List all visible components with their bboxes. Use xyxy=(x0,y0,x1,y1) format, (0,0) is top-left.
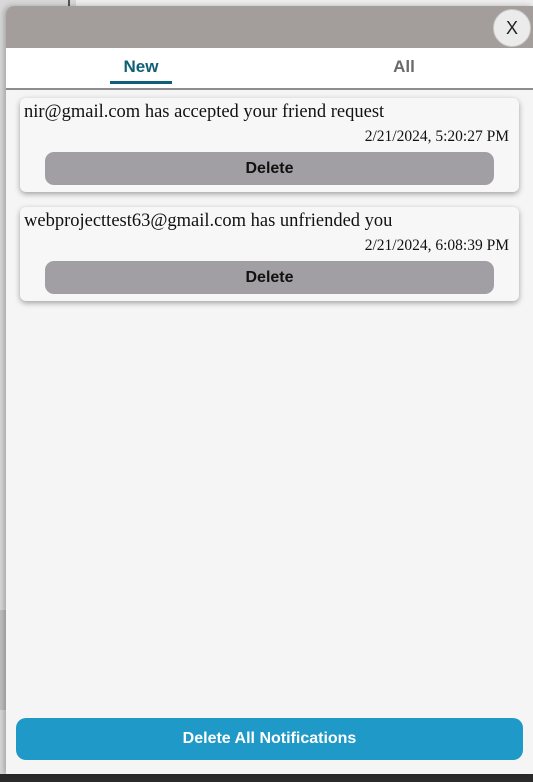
notification-card: webprojecttest63@gmail.com has unfriende… xyxy=(20,207,519,301)
tab-all[interactable]: All xyxy=(380,50,428,84)
notification-tabs: New All xyxy=(6,48,533,90)
notification-card: nir@gmail.com has accepted your friend r… xyxy=(20,98,519,192)
backdrop-bottom-bar xyxy=(0,774,533,782)
delete-all-notifications-button[interactable]: Delete All Notifications xyxy=(16,718,523,760)
notifications-panel: X New All nir@gmail.com has accepted you… xyxy=(6,6,533,774)
notification-message: webprojecttest63@gmail.com has unfriende… xyxy=(24,211,393,231)
close-button[interactable]: X xyxy=(493,9,531,47)
notification-timestamp: 2/21/2024, 6:08:39 PM xyxy=(364,237,509,254)
notification-timestamp: 2/21/2024, 5:20:27 PM xyxy=(364,128,509,145)
tab-new[interactable]: New xyxy=(110,50,172,84)
delete-notification-button[interactable]: Delete xyxy=(45,261,494,294)
notification-message: nir@gmail.com has accepted your friend r… xyxy=(24,102,385,122)
panel-header: X xyxy=(6,6,533,48)
delete-notification-button[interactable]: Delete xyxy=(45,152,494,185)
